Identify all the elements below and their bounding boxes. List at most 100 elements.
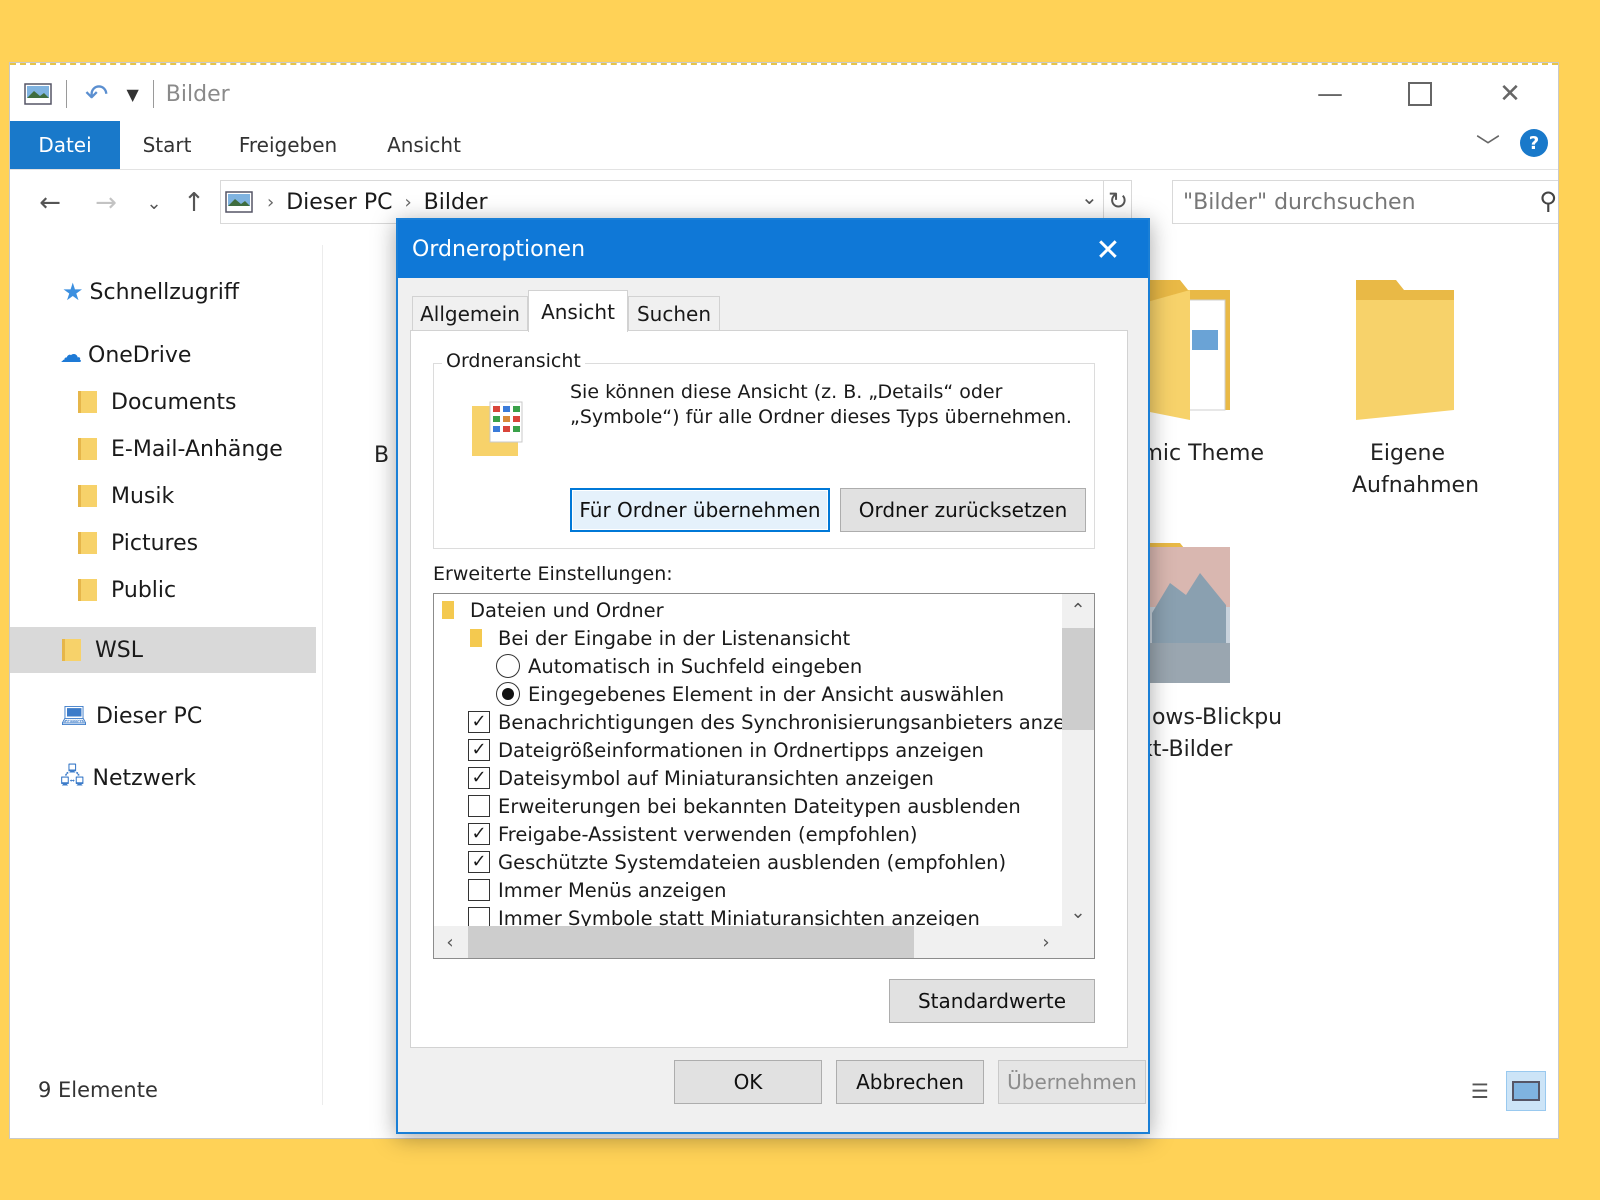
large-icons-view-button[interactable] xyxy=(1506,1071,1546,1111)
horizontal-scroll-thumb[interactable] xyxy=(468,926,914,958)
forward-button[interactable]: → xyxy=(86,183,126,223)
tab-ansicht[interactable]: Ansicht xyxy=(528,290,628,332)
partial-tile-label: B xyxy=(374,443,390,468)
folder-icon[interactable] xyxy=(1350,270,1460,420)
minimize-button[interactable]: — xyxy=(1290,71,1370,117)
tile-label-windows-blickpunkt-1[interactable]: dows-Blickpu xyxy=(1138,705,1282,730)
recent-locations-button[interactable]: ⌄ xyxy=(134,183,174,223)
list-item-label: Dateien und Ordner xyxy=(470,598,664,622)
advanced-settings-list[interactable]: Dateien und Ordner Bei der Eingabe in de… xyxy=(433,593,1095,959)
breadcrumb-bilder[interactable]: Bilder xyxy=(424,190,488,215)
apply-to-folders-button[interactable]: Für Ordner übernehmen xyxy=(570,488,830,532)
checkbox[interactable]: ✓ xyxy=(468,823,490,845)
folder-view-group: Ordneransicht Sie können diese Ansicht (… xyxy=(433,350,1095,549)
back-button[interactable]: ← xyxy=(30,183,70,223)
sidebar-item-onedrive[interactable]: ☁ OneDrive xyxy=(10,332,316,378)
pictures-icon[interactable] xyxy=(24,83,52,105)
checkbox[interactable] xyxy=(468,879,490,901)
cancel-button[interactable]: Abbrechen xyxy=(836,1060,984,1104)
ok-button[interactable]: OK xyxy=(674,1060,822,1104)
folder-icon xyxy=(78,579,97,601)
sidebar-divider xyxy=(322,245,323,1105)
maximize-button[interactable] xyxy=(1380,71,1460,117)
restore-defaults-button[interactable]: Standardwerte xyxy=(889,979,1095,1023)
checkbox[interactable] xyxy=(468,795,490,817)
scroll-right-icon[interactable]: › xyxy=(1030,926,1062,958)
scroll-up-icon[interactable]: ⌃ xyxy=(1062,594,1094,626)
list-item-checkbox[interactable]: ✓ Dateigrößeinformationen in Ordnertipps… xyxy=(468,736,984,764)
radio-button[interactable] xyxy=(496,682,520,706)
ribbon-divider xyxy=(10,169,1558,170)
checkmark-icon: ✓ xyxy=(471,767,487,788)
close-button[interactable]: ✕ xyxy=(1470,71,1550,117)
vertical-scroll-thumb[interactable] xyxy=(1062,628,1094,730)
arrow-left-icon: ← xyxy=(39,188,61,218)
refresh-icon[interactable]: ↻ xyxy=(1103,180,1132,222)
maximize-icon xyxy=(1408,82,1432,106)
sidebar-item-netzwerk[interactable]: 🖧︎ Netzwerk xyxy=(10,755,316,801)
dialog-title: Ordneroptionen xyxy=(412,236,586,262)
list-item-checkbox[interactable]: Immer Menüs anzeigen xyxy=(468,876,727,904)
list-item-checkbox[interactable]: ✓ Benachrichtigungen des Synchronisierun… xyxy=(468,708,1083,736)
group-title: Ordneransicht xyxy=(442,350,585,372)
ribbon-tab-ansicht[interactable]: Ansicht xyxy=(378,121,470,169)
expand-ribbon-icon[interactable]: ﹀ xyxy=(1476,127,1500,162)
dialog-close-button[interactable]: ✕ xyxy=(1088,230,1128,270)
sidebar-item-documents[interactable]: Documents xyxy=(10,379,316,425)
list-item-radio[interactable]: Automatisch in Suchfeld eingeben xyxy=(496,652,862,680)
address-dropdown-icon[interactable]: ⌄ xyxy=(1081,185,1098,209)
tile-label-eigene-aufnahmen-1[interactable]: Eigene xyxy=(1370,441,1445,466)
reset-folders-button[interactable]: Ordner zurücksetzen xyxy=(840,488,1086,532)
sidebar-item-email-anhaenge[interactable]: E-Mail-Anhänge xyxy=(10,426,316,472)
sidebar-item-dieser-pc[interactable]: 💻︎ Dieser PC xyxy=(10,693,316,739)
sidebar-item-label: Documents xyxy=(111,389,237,415)
list-item-checkbox[interactable]: ✓ Freigabe-Assistent verwenden (empfohle… xyxy=(468,820,918,848)
vertical-scrollbar[interactable]: ⌃ ⌄ xyxy=(1062,594,1094,928)
folder-icon xyxy=(78,485,97,507)
radio-selected-dot xyxy=(502,688,514,700)
search-input[interactable]: "Bilder" durchsuchen xyxy=(1183,190,1416,215)
checkbox[interactable]: ✓ xyxy=(468,851,490,873)
ribbon-tab-start[interactable]: Start xyxy=(132,121,202,169)
folder-icon xyxy=(62,639,81,661)
ribbon-tab-datei[interactable]: Datei xyxy=(10,121,120,169)
customize-toolbar-icon[interactable]: ▼ xyxy=(126,85,138,104)
undo-icon[interactable]: ↶ xyxy=(85,78,108,111)
checkbox[interactable]: ✓ xyxy=(468,711,490,733)
tile-label-eigene-aufnahmen-2[interactable]: Aufnahmen xyxy=(1352,473,1479,498)
sidebar-item-musik[interactable]: Musik xyxy=(10,473,316,519)
sidebar-item-schnellzugriff[interactable]: ★ Schnellzugriff xyxy=(10,269,316,315)
checkbox[interactable]: ✓ xyxy=(468,739,490,761)
help-icon[interactable]: ? xyxy=(1520,129,1548,157)
sidebar-item-pictures[interactable]: Pictures xyxy=(10,520,316,566)
list-item-checkbox[interactable]: Erweiterungen bei bekannten Dateitypen a… xyxy=(468,792,1021,820)
folder-icon xyxy=(442,601,454,619)
list-item-radio[interactable]: Eingegebenes Element in der Ansicht ausw… xyxy=(496,680,1004,708)
apply-button[interactable]: Übernehmen xyxy=(998,1060,1146,1104)
up-button[interactable]: ↑ xyxy=(174,183,214,223)
folder-icon xyxy=(78,391,97,413)
details-view-button[interactable]: ☰ xyxy=(1460,1071,1500,1111)
chevron-down-icon: ⌄ xyxy=(146,192,162,214)
radio-button[interactable] xyxy=(496,654,520,678)
sidebar-item-label: Musik xyxy=(111,483,175,509)
list-item-checkbox[interactable]: ✓ Dateisymbol auf Miniaturansichten anze… xyxy=(468,764,934,792)
search-icon[interactable]: ⚲ xyxy=(1539,187,1557,215)
horizontal-scrollbar[interactable]: ‹ › xyxy=(434,926,1094,958)
ribbon-tab-freigeben[interactable]: Freigeben xyxy=(232,121,344,169)
tab-suchen[interactable]: Suchen xyxy=(628,296,720,330)
scroll-left-icon[interactable]: ‹ xyxy=(434,926,466,958)
list-item-label: Bei der Eingabe in der Listenansicht xyxy=(498,626,851,650)
sidebar-item-public[interactable]: Public xyxy=(10,567,316,613)
breadcrumb-dieser-pc[interactable]: Dieser PC xyxy=(286,190,392,215)
scroll-down-icon[interactable]: ⌄ xyxy=(1062,896,1094,928)
tile-label-windows-blickpunkt-2[interactable]: kt-Bilder xyxy=(1140,737,1232,762)
pictures-location-icon xyxy=(225,191,253,213)
sidebar-item-wsl[interactable]: WSL xyxy=(10,627,316,673)
checkbox[interactable]: ✓ xyxy=(468,767,490,789)
list-item-checkbox[interactable]: ✓ Geschützte Systemdateien ausblenden (e… xyxy=(468,848,1006,876)
search-box[interactable]: "Bilder" durchsuchen ⚲ xyxy=(1172,180,1558,224)
sidebar-item-label: Dieser PC xyxy=(95,703,203,729)
tab-allgemein[interactable]: Allgemein xyxy=(412,296,528,330)
list-item-label: Automatisch in Suchfeld eingeben xyxy=(528,654,863,678)
